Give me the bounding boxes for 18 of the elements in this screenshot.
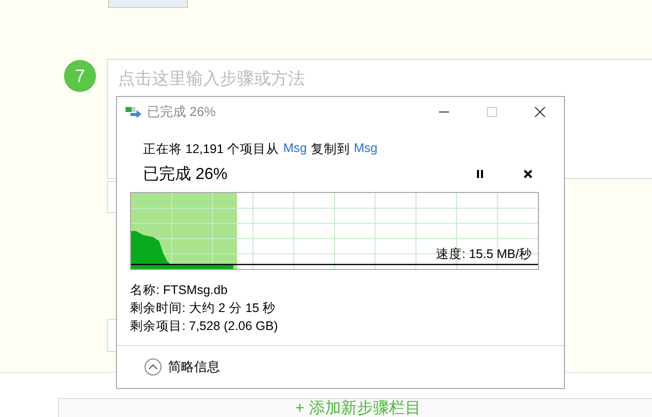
pause-icon[interactable] [475,169,485,179]
collapse-details-button[interactable]: 简略信息 [144,358,220,376]
copy-icon [125,106,142,118]
close-icon[interactable] [523,169,533,179]
detail-text: 剩余时间: 大约 2 分 15 秒 [130,300,277,317]
speed-label: 速度: 15.5 MB/秒 [436,246,532,263]
detail-text: 名称: FTSMsg.db [130,282,229,299]
step-number: 7 [64,60,96,92]
close-icon[interactable] [535,107,545,117]
detail-text: 剩余项目: 7,528 (2.06 GB) [130,318,279,335]
summary-text: 正在将 12,191 个项目从 [143,141,280,158]
progress-heading: 已完成 26% [143,164,228,184]
maximize-icon [487,107,497,117]
folder-link[interactable]: Msg [283,141,307,158]
summary-text: 复制到 [310,141,350,158]
folder-link[interactable]: Msg [354,141,378,158]
window-title: 已完成 26% [147,103,217,121]
chevron-up-icon [144,358,162,376]
